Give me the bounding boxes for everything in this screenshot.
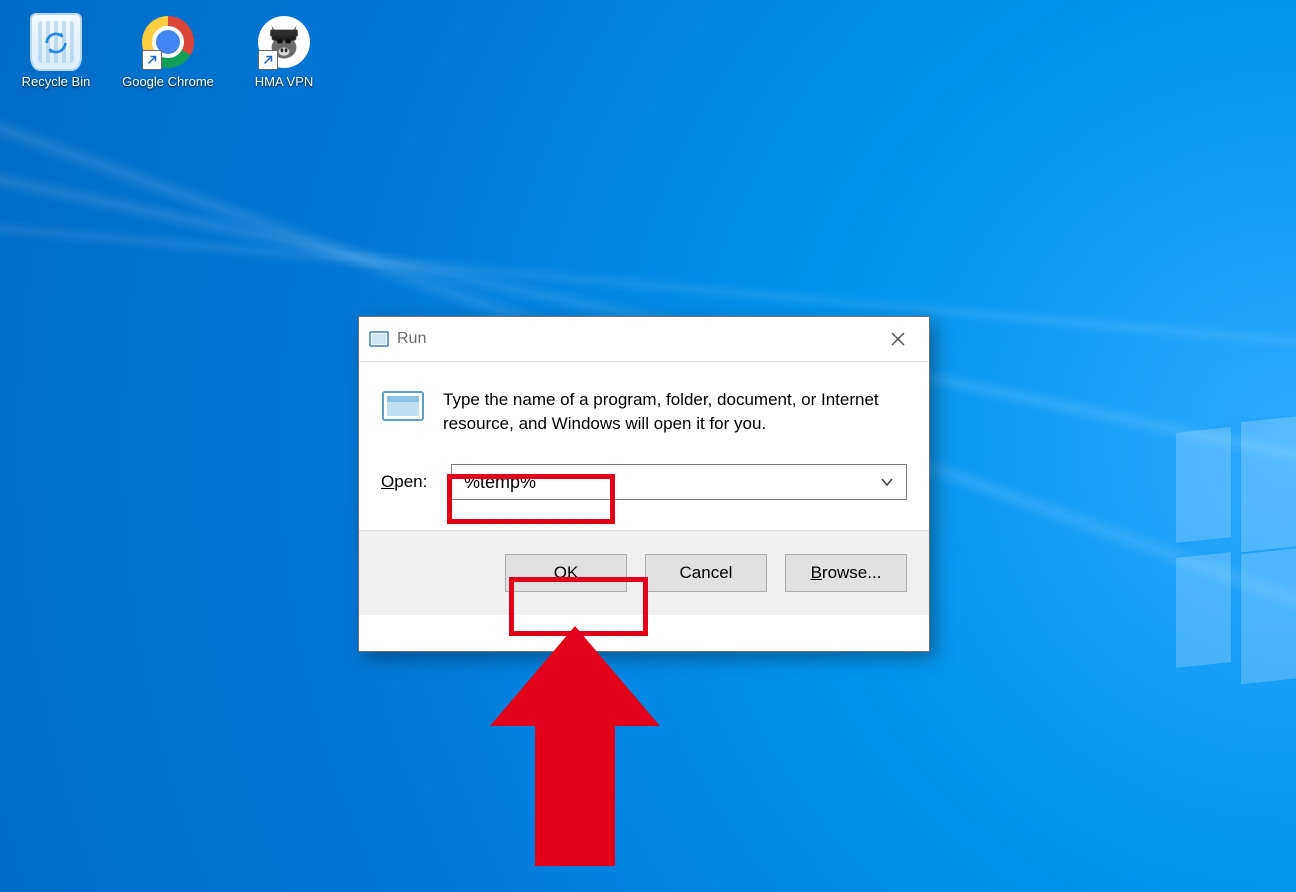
- open-label: Open:: [381, 472, 433, 492]
- run-button-row: OK Cancel Browse...: [359, 530, 929, 615]
- annotation-arrow-icon: [490, 626, 660, 866]
- close-icon: [891, 332, 905, 346]
- hma-icon: [256, 14, 312, 70]
- close-button[interactable]: [875, 323, 921, 355]
- run-large-icon: [381, 388, 425, 424]
- run-description: Type the name of a program, folder, docu…: [443, 388, 907, 436]
- cancel-button[interactable]: Cancel: [645, 554, 767, 592]
- ok-button[interactable]: OK: [505, 554, 627, 592]
- desktop-icon-chrome[interactable]: Google Chrome: [120, 14, 216, 89]
- shortcut-arrow-icon: [142, 50, 162, 70]
- desktop-icon-label: Recycle Bin: [8, 74, 104, 89]
- desktop-background: Recycle Bin Google Chrome: [0, 0, 1296, 892]
- open-combobox[interactable]: [451, 464, 907, 500]
- chrome-icon: [140, 14, 196, 70]
- run-titlebar-icon: [369, 331, 389, 347]
- desktop-icon-label: HMA VPN: [236, 74, 332, 89]
- desktop-icon-recycle-bin[interactable]: Recycle Bin: [8, 14, 104, 89]
- run-titlebar[interactable]: Run: [359, 317, 929, 362]
- shortcut-arrow-icon: [258, 50, 278, 70]
- recycle-bin-icon: [28, 14, 84, 70]
- windows-logo-art: [1176, 430, 1296, 690]
- ok-button-label: OK: [554, 563, 579, 583]
- chevron-down-icon[interactable]: [880, 475, 894, 493]
- cancel-button-label: Cancel: [680, 563, 733, 583]
- browse-button[interactable]: Browse...: [785, 554, 907, 592]
- desktop-icon-label: Google Chrome: [120, 74, 216, 89]
- open-input[interactable]: [462, 471, 896, 494]
- desktop-icon-hma[interactable]: HMA VPN: [236, 14, 332, 89]
- browse-button-label: Browse...: [811, 563, 882, 583]
- run-dialog: Run Type the name of a program, folder, …: [358, 316, 930, 652]
- run-title: Run: [397, 330, 875, 348]
